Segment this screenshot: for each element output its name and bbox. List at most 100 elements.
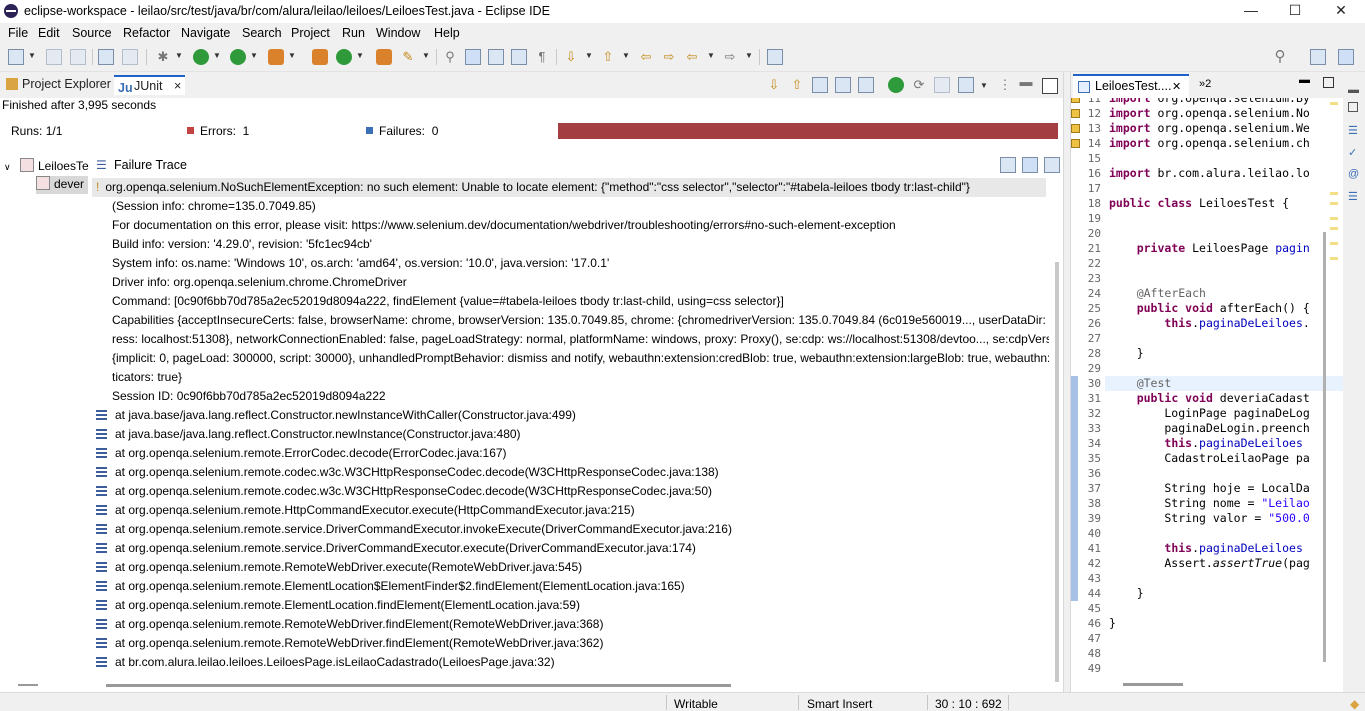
history-icon[interactable] xyxy=(958,77,974,93)
restore-icon[interactable] xyxy=(1348,102,1358,112)
code-line[interactable]: String valor = "500.0 xyxy=(1109,511,1309,526)
code-line[interactable]: import org.openqa.selenium.We xyxy=(1109,121,1310,136)
menu-file[interactable]: File xyxy=(8,26,28,40)
mark-occurrences-icon[interactable] xyxy=(465,49,481,65)
overview-mark[interactable] xyxy=(1330,202,1338,205)
tab-project-explorer[interactable]: Project Explorer xyxy=(6,77,111,91)
stack-frame[interactable]: at org.openqa.selenium.remote.codec.w3c.… xyxy=(92,463,719,482)
forward-icon[interactable]: ⇨ xyxy=(722,49,738,65)
code-line[interactable]: String nome = "Leilao xyxy=(1109,496,1309,511)
debug-icon[interactable]: ✱ xyxy=(155,49,171,65)
tab-junit[interactable]: JuJUnit × xyxy=(114,75,186,95)
code-line[interactable]: @AfterEach xyxy=(1109,286,1206,301)
menu-navigate[interactable]: Navigate xyxy=(181,26,230,40)
new-icon[interactable] xyxy=(8,49,24,65)
new-class-icon[interactable] xyxy=(336,49,352,65)
overview-mark[interactable] xyxy=(1330,242,1338,245)
code-line[interactable]: } xyxy=(1109,346,1144,361)
back-icon[interactable]: ⇦ xyxy=(684,49,700,65)
previous-failure-icon[interactable]: ⇧ xyxy=(789,77,805,93)
code-line[interactable]: } xyxy=(1109,586,1144,601)
code-line[interactable]: this.paginaDeLeiloes. xyxy=(1109,316,1309,331)
more-tabs-button[interactable]: »2 xyxy=(1199,78,1211,90)
code-line[interactable]: import org.openqa.selenium.No xyxy=(1109,106,1310,121)
overview-mark[interactable] xyxy=(1330,257,1338,260)
code-line[interactable]: public void deveriaCadast xyxy=(1109,391,1310,406)
chevron-down-icon[interactable]: ▼ xyxy=(422,51,430,60)
chevron-down-icon[interactable]: ∨ xyxy=(4,162,11,172)
menu-refactor[interactable]: Refactor xyxy=(123,26,170,40)
coverage-icon[interactable] xyxy=(230,49,246,65)
next-failure-icon[interactable]: ⇩ xyxy=(766,77,782,93)
toggle-breadcrumb-icon[interactable]: ⚲ xyxy=(442,49,458,65)
minimize-button[interactable]: — xyxy=(1236,2,1266,20)
chevron-down-icon[interactable]: ▼ xyxy=(213,51,221,60)
pin-editor-icon[interactable] xyxy=(767,49,783,65)
stack-frame[interactable]: at org.openqa.selenium.remote.service.Dr… xyxy=(92,520,732,539)
at-sign-icon[interactable]: @ xyxy=(1348,168,1360,180)
forward-edit-icon[interactable]: ⇨ xyxy=(661,49,677,65)
word-wrap-icon[interactable] xyxy=(488,49,504,65)
tree-horizontal-scrollbar[interactable] xyxy=(18,684,38,686)
code-line[interactable]: this.paginaDeLeiloes xyxy=(1109,541,1303,556)
maximize-view-icon[interactable] xyxy=(1042,78,1058,94)
layout-icon[interactable] xyxy=(858,77,874,93)
stack-frame[interactable]: at br.com.alura.leilao.leiloes.LeiloesPa… xyxy=(92,653,555,672)
menu-help[interactable]: Help xyxy=(434,26,460,40)
close-icon[interactable]: ✕ xyxy=(1172,80,1181,93)
search-icon[interactable]: ⚲ xyxy=(1272,49,1288,65)
overview-mark[interactable] xyxy=(1330,192,1338,195)
minimize-view-icon[interactable]: ▬ xyxy=(1018,74,1034,90)
run-icon[interactable] xyxy=(193,49,209,65)
chevron-down-icon[interactable]: ▼ xyxy=(980,81,988,90)
stack-frame[interactable]: at java.base/java.lang.reflect.Construct… xyxy=(92,406,576,425)
outline-icon[interactable]: ☰ xyxy=(1348,124,1360,137)
previous-annotation-icon[interactable]: ⇧ xyxy=(600,49,616,65)
code-line[interactable]: import org.openqa.selenium.By xyxy=(1109,98,1310,106)
code-line[interactable]: import org.openqa.selenium.ch xyxy=(1109,136,1310,151)
close-icon[interactable]: × xyxy=(174,79,181,93)
code-line[interactable]: CadastroLeilaoPage pa xyxy=(1109,451,1309,466)
insert-mode-status[interactable]: Smart Insert xyxy=(807,697,872,711)
code-line[interactable]: Assert.assertTrue(pag xyxy=(1109,556,1309,571)
copy-trace-icon[interactable] xyxy=(1044,157,1060,173)
editor-horizontal-scrollbar[interactable] xyxy=(1123,683,1183,686)
problems-icon[interactable]: ☰ xyxy=(1348,190,1360,203)
stack-frame[interactable]: at org.openqa.selenium.remote.ErrorCodec… xyxy=(92,444,507,463)
block-selection-icon[interactable] xyxy=(511,49,527,65)
code-line[interactable]: import br.com.alura.leilao.lo xyxy=(1109,166,1310,181)
maximize-editor-icon[interactable] xyxy=(1323,77,1334,88)
menu-project[interactable]: Project xyxy=(291,26,330,40)
stack-frame[interactable]: at org.openqa.selenium.remote.service.Dr… xyxy=(92,539,696,558)
tree-item-test-class[interactable]: ∨ LeiloesTe xyxy=(4,158,89,176)
stop-icon[interactable] xyxy=(934,77,950,93)
stack-frame[interactable]: at org.openqa.selenium.remote.RemoteWebD… xyxy=(92,615,603,634)
chevron-down-icon[interactable]: ▼ xyxy=(356,51,364,60)
next-annotation-icon[interactable]: ⇩ xyxy=(563,49,579,65)
chevron-down-icon[interactable]: ▼ xyxy=(288,51,296,60)
menu-source[interactable]: Source xyxy=(72,26,112,40)
open-type-icon[interactable] xyxy=(376,49,392,65)
rerun-icon[interactable] xyxy=(888,77,904,93)
code-line[interactable]: paginaDeLogin.preench xyxy=(1109,421,1309,436)
terminal-icon[interactable] xyxy=(98,49,114,65)
compare-result-icon[interactable] xyxy=(1000,157,1016,173)
task-list-icon[interactable]: ✓ xyxy=(1348,146,1360,159)
stack-frame[interactable]: at org.openqa.selenium.remote.ElementLoc… xyxy=(92,596,580,615)
stack-frame[interactable]: at org.openqa.selenium.remote.RemoteWebD… xyxy=(92,558,582,577)
code-line[interactable]: String hoje = LocalDa xyxy=(1109,481,1309,496)
new-package-icon[interactable] xyxy=(312,49,328,65)
overview-mark[interactable] xyxy=(1330,102,1338,105)
close-window-button[interactable]: ✕ xyxy=(1326,2,1356,20)
menu-run[interactable]: Run xyxy=(342,26,365,40)
code-line[interactable]: } xyxy=(1109,616,1116,631)
code-line[interactable]: @Test xyxy=(1109,376,1172,391)
stack-frame[interactable]: at org.openqa.selenium.remote.codec.w3c.… xyxy=(92,482,712,501)
code-line[interactable]: LoginPage paginaDeLog xyxy=(1109,406,1309,421)
show-failures-only-icon[interactable] xyxy=(812,77,828,93)
filter-stack-icon[interactable] xyxy=(1022,157,1038,173)
code-line[interactable]: private LeiloesPage pagin xyxy=(1109,241,1310,256)
stack-frame[interactable]: at org.openqa.selenium.remote.ElementLoc… xyxy=(92,577,685,596)
overview-mark[interactable] xyxy=(1330,227,1338,230)
trace-vertical-scrollbar[interactable] xyxy=(1055,262,1059,682)
